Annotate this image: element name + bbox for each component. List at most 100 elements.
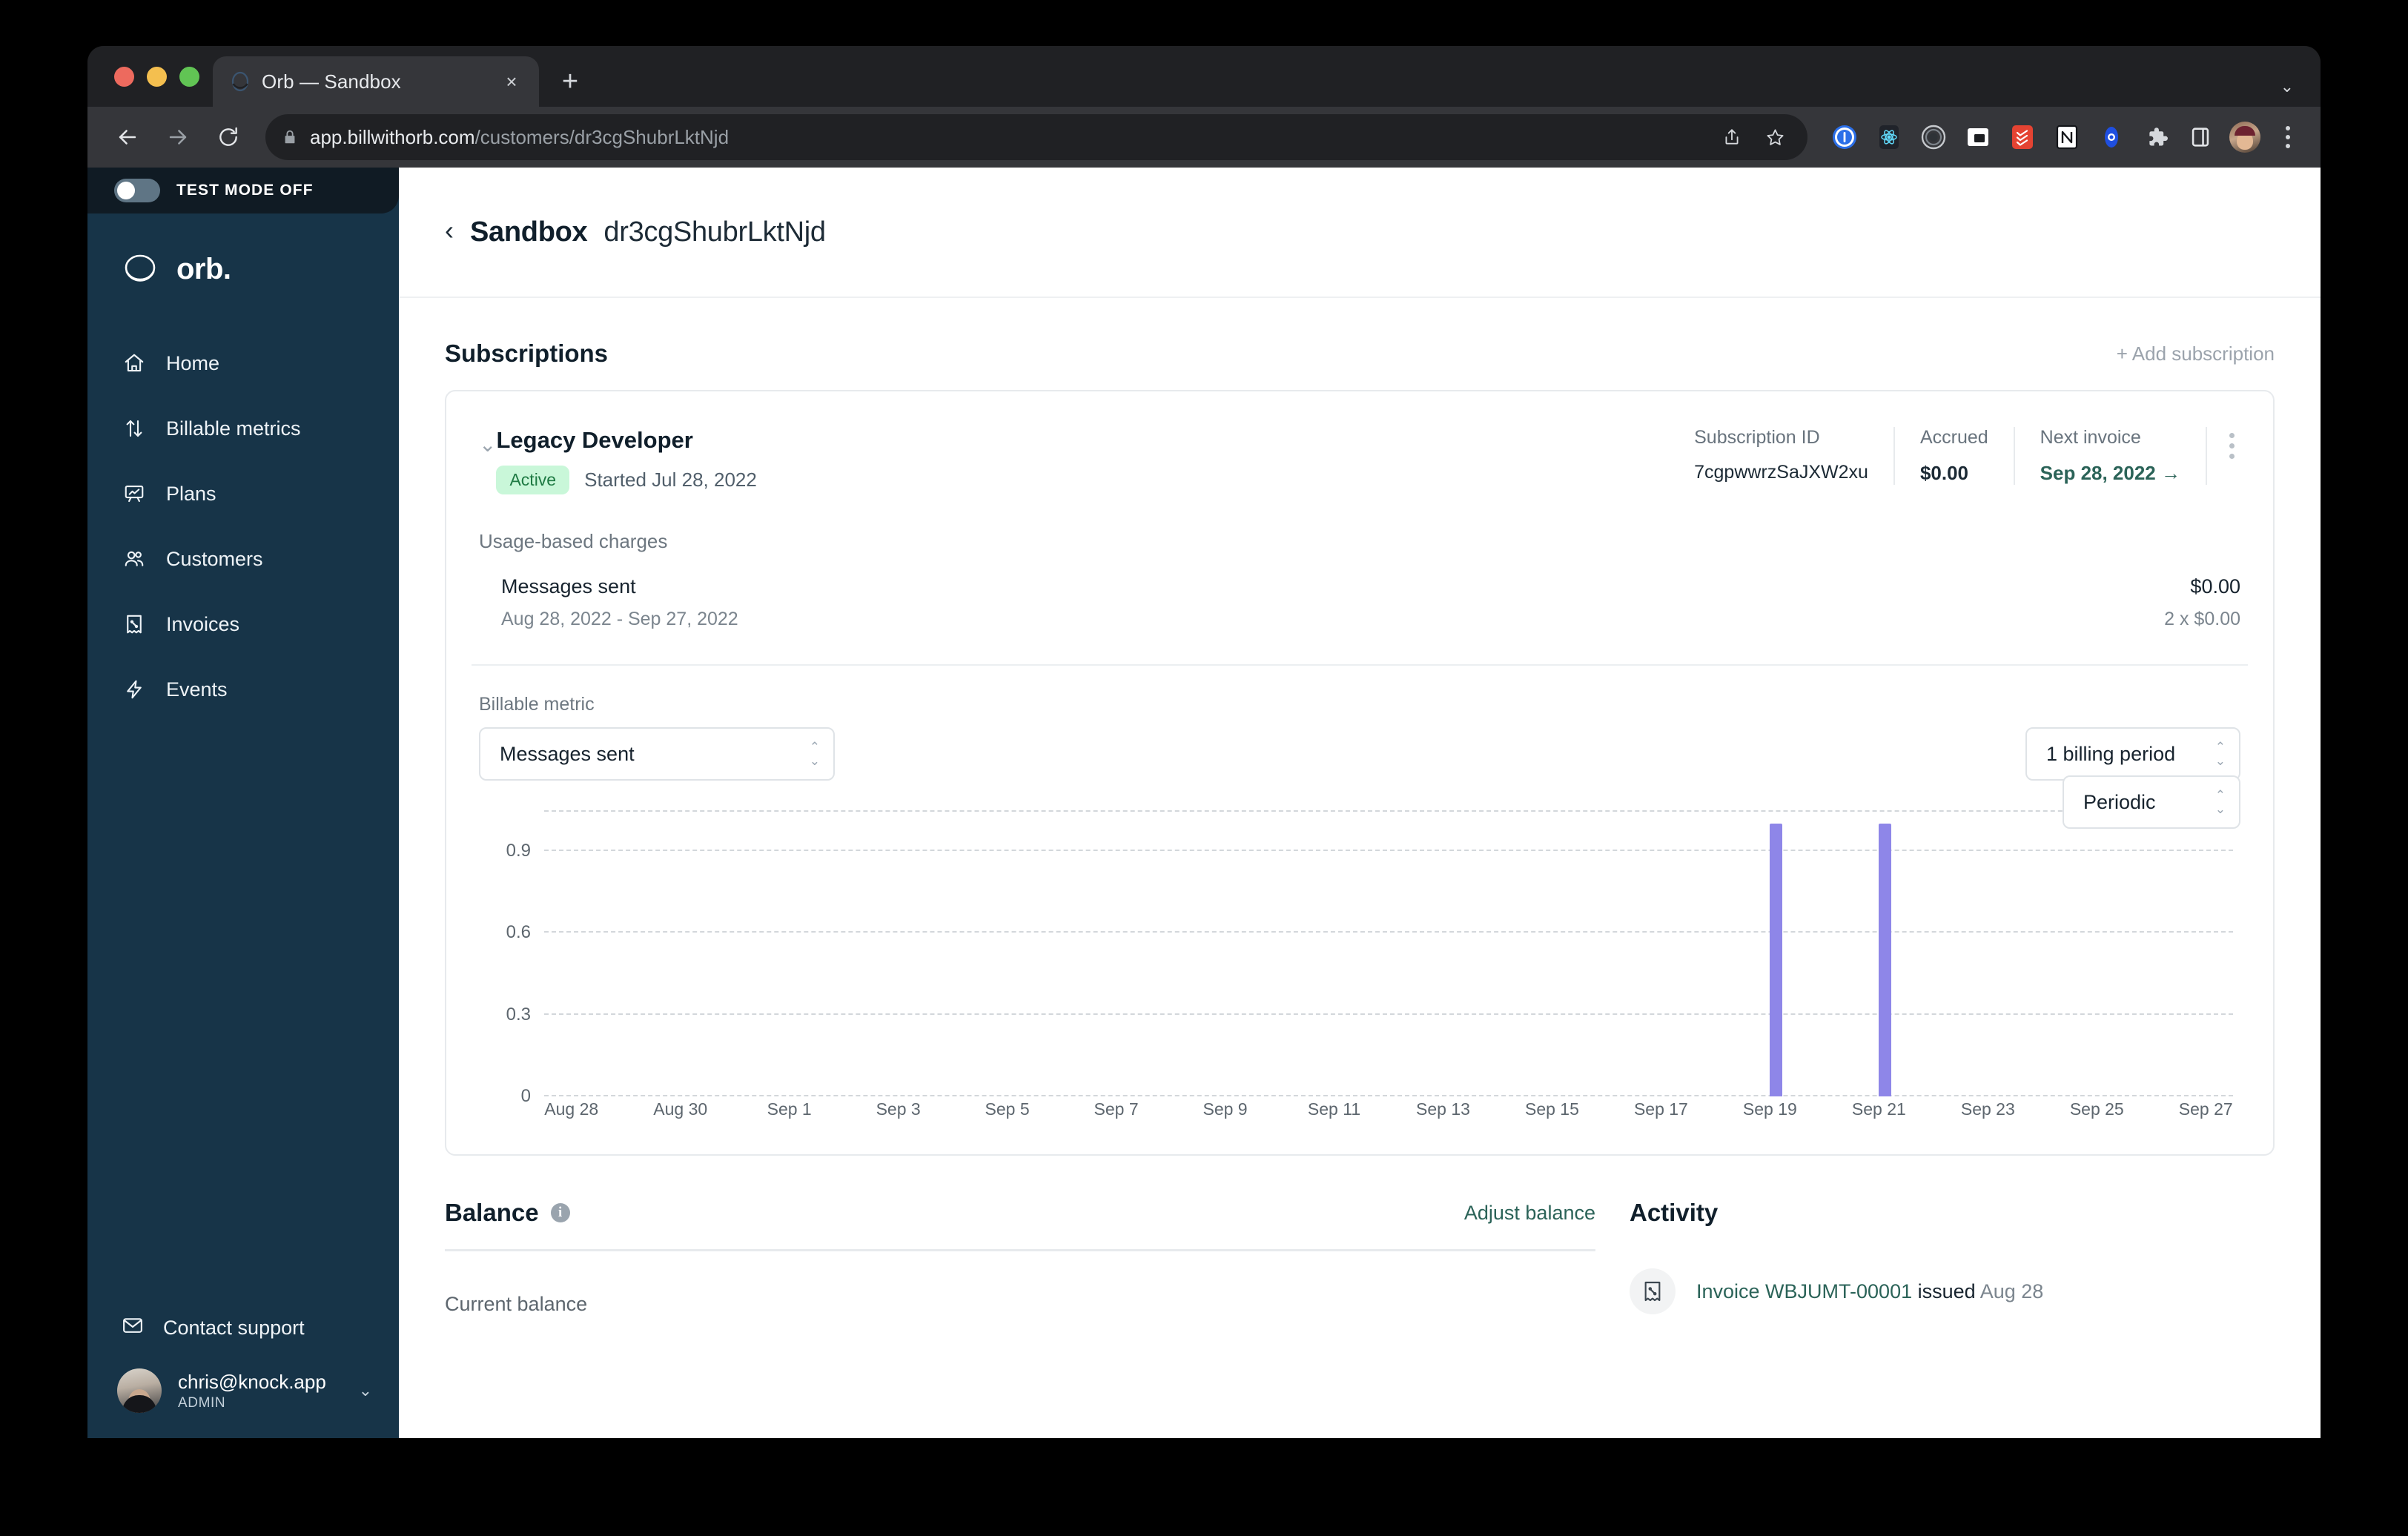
todoist-icon[interactable] (2006, 121, 2039, 153)
invoice-link[interactable]: Invoice WBJUMT-00001 (1696, 1280, 1912, 1302)
adjust-balance-button[interactable]: Adjust balance (1464, 1202, 1595, 1225)
x-axis-tick-label: Sep 5 (985, 1099, 1030, 1119)
orb-extension-icon[interactable] (2095, 121, 2128, 153)
subscriptions-title: Subscriptions (445, 340, 609, 367)
sidebar-item-customers[interactable]: Customers (87, 526, 399, 592)
meta-next-invoice: Next invoice Sep 28, 2022 → (2013, 427, 2206, 485)
sidebar-item-label: Home (166, 351, 220, 374)
vimeo-record-icon[interactable] (1917, 121, 1950, 153)
notion-icon[interactable] (2051, 121, 2083, 153)
charge-amount: $0.00 (2190, 575, 2240, 597)
meta-label: Subscription ID (1694, 427, 1820, 448)
orb-logo-icon (120, 249, 160, 289)
test-mode-banner[interactable]: TEST MODE OFF (87, 168, 399, 213)
maximize-window-button[interactable] (179, 66, 199, 87)
close-window-button[interactable] (114, 66, 134, 87)
puzzle-extensions-icon[interactable] (2140, 121, 2172, 153)
presentation-chart-icon (122, 481, 147, 506)
contact-support-label: Contact support (163, 1316, 305, 1339)
contact-support-link[interactable]: Contact support (87, 1299, 399, 1357)
user-meta: chris@knock.app ADMIN (178, 1371, 326, 1411)
url-host: app.billwithorb.com (310, 125, 475, 148)
back-button[interactable]: ‹ (445, 217, 454, 244)
arrows-up-down-icon (122, 416, 147, 441)
tab-title: Orb — Sandbox (262, 70, 401, 93)
share-icon[interactable] (1716, 121, 1748, 153)
chart-x-axis: Aug 28 Aug 30 Sep 1 Sep 3 Sep 5 Sep 7 Sep 9 Sep… (544, 1099, 2233, 1129)
y-axis-tick-label: 0.9 (506, 841, 531, 861)
react-devtools-icon[interactable] (1873, 121, 1905, 153)
balance-section: Balance i Adjust balance Current balance (445, 1199, 1595, 1316)
x-axis-tick-label: Sep 25 (2069, 1099, 2124, 1119)
forward-icon[interactable] (154, 113, 202, 161)
gridline (544, 810, 2233, 812)
chart-bar[interactable] (1879, 824, 1892, 1096)
user-email: chris@knock.app (178, 1370, 326, 1393)
browser-tab[interactable]: Orb — Sandbox × (213, 56, 539, 107)
profile-avatar[interactable] (2229, 121, 2261, 153)
billable-metric-select[interactable]: Messages sent ⌃ ⌄ (479, 727, 835, 781)
side-panel-icon[interactable] (2184, 121, 2217, 153)
chevron-down-icon[interactable]: ⌄ (359, 1381, 377, 1400)
billable-metric-value: Messages sent (500, 742, 635, 765)
chevron-down-icon[interactable]: ⌄ (479, 434, 496, 455)
user-role: ADMIN (178, 1394, 226, 1411)
subscription-overflow-menu[interactable] (2206, 427, 2240, 485)
new-tab-button[interactable]: + (549, 61, 591, 102)
subscription-card: ⌄ Legacy Developer Active Started Jul 28… (445, 390, 2275, 1156)
reload-icon[interactable] (205, 113, 252, 161)
add-subscription-button[interactable]: + Add subscription (2117, 342, 2275, 365)
sidebar-item-invoices[interactable]: Invoices (87, 592, 399, 657)
user-account-menu[interactable]: chris@knock.app ADMIN ⌄ (87, 1357, 399, 1426)
subscription-name: Legacy Developer (496, 427, 693, 453)
sidebar-item-label: Invoices (166, 612, 240, 635)
invoice-receipt-icon (122, 612, 147, 637)
meta-accrued: Accrued $0.00 (1893, 427, 2014, 485)
balance-title: Balance (445, 1199, 539, 1226)
extensions-bar (1822, 119, 2303, 155)
browser-toolbar: app.billwithorb.com/customers/dr3cgShubr… (87, 107, 2321, 168)
sidebar: TEST MODE OFF orb. Home Billable metrics… (87, 168, 399, 1438)
granularity-select[interactable]: Periodic ⌃ ⌄ (2063, 775, 2240, 829)
test-mode-toggle[interactable] (114, 179, 160, 202)
page-header: ‹ Sandbox dr3cgShubrLktNjd (399, 168, 2321, 298)
sidebar-item-events[interactable]: Events (87, 657, 399, 722)
chevron-updown-icon: ⌃ ⌄ (809, 739, 820, 768)
next-invoice-link[interactable]: Sep 28, 2022 → (2040, 462, 2180, 485)
charge-row: Messages sent Aug 28, 2022 - Sep 27, 202… (446, 553, 2273, 630)
billing-period-select[interactable]: 1 billing period ⌃ ⌄ (2025, 727, 2240, 781)
x-axis-tick-label: Sep 13 (1416, 1099, 1470, 1119)
x-axis-tick-label: Sep 27 (2178, 1099, 2233, 1119)
bookmark-star-icon[interactable] (1759, 121, 1791, 153)
info-icon[interactable]: i (550, 1203, 570, 1222)
sidebar-footer: Contact support chris@knock.app ADMIN ⌄ (87, 1299, 399, 1438)
granularity-value: Periodic (2083, 790, 2156, 813)
minimize-window-button[interactable] (147, 66, 167, 87)
current-balance-label: Current balance (445, 1293, 588, 1315)
1password-icon[interactable] (1828, 121, 1861, 153)
envelope-icon (122, 1314, 144, 1342)
usage-chart-section: Billable metric Messages sent ⌃ ⌄ 1 billi… (446, 666, 2273, 1154)
address-bar[interactable]: app.billwithorb.com/customers/dr3cgShubr… (265, 114, 1807, 160)
users-icon (122, 546, 147, 572)
picture-in-picture-icon[interactable] (1962, 121, 1994, 153)
usage-bar-chart: 0 0.3 0.6 0.9 Aug 28 Aug 30 Sep 1 Sep 3 Sep 5 Se… (479, 810, 2240, 1129)
x-axis-tick-label: Sep 11 (1307, 1099, 1361, 1119)
chrome-menu-icon[interactable] (2273, 119, 2303, 155)
x-axis-tick-label: Sep 3 (876, 1099, 921, 1119)
x-axis-tick-label: Sep 7 (1094, 1099, 1139, 1119)
sidebar-item-home[interactable]: Home (87, 331, 399, 396)
sidebar-item-billable-metrics[interactable]: Billable metrics (87, 396, 399, 461)
brand-logo[interactable]: orb. (87, 213, 399, 289)
subscription-header: ⌄ Legacy Developer Active Started Jul 28… (446, 391, 2273, 494)
close-tab-button[interactable]: × (497, 67, 526, 96)
gridline: 0.6 (506, 922, 2233, 942)
x-axis-tick-label: Sep 17 (1633, 1099, 1688, 1119)
chart-bar[interactable] (1770, 824, 1783, 1096)
chevron-down-icon[interactable]: ⌄ (2280, 77, 2294, 96)
x-axis-tick-label: Sep 1 (767, 1099, 812, 1119)
meta-value: $0.00 (1919, 462, 1969, 484)
back-icon[interactable] (104, 113, 151, 161)
sidebar-item-plans[interactable]: Plans (87, 461, 399, 526)
window-traffic-lights (107, 46, 213, 107)
